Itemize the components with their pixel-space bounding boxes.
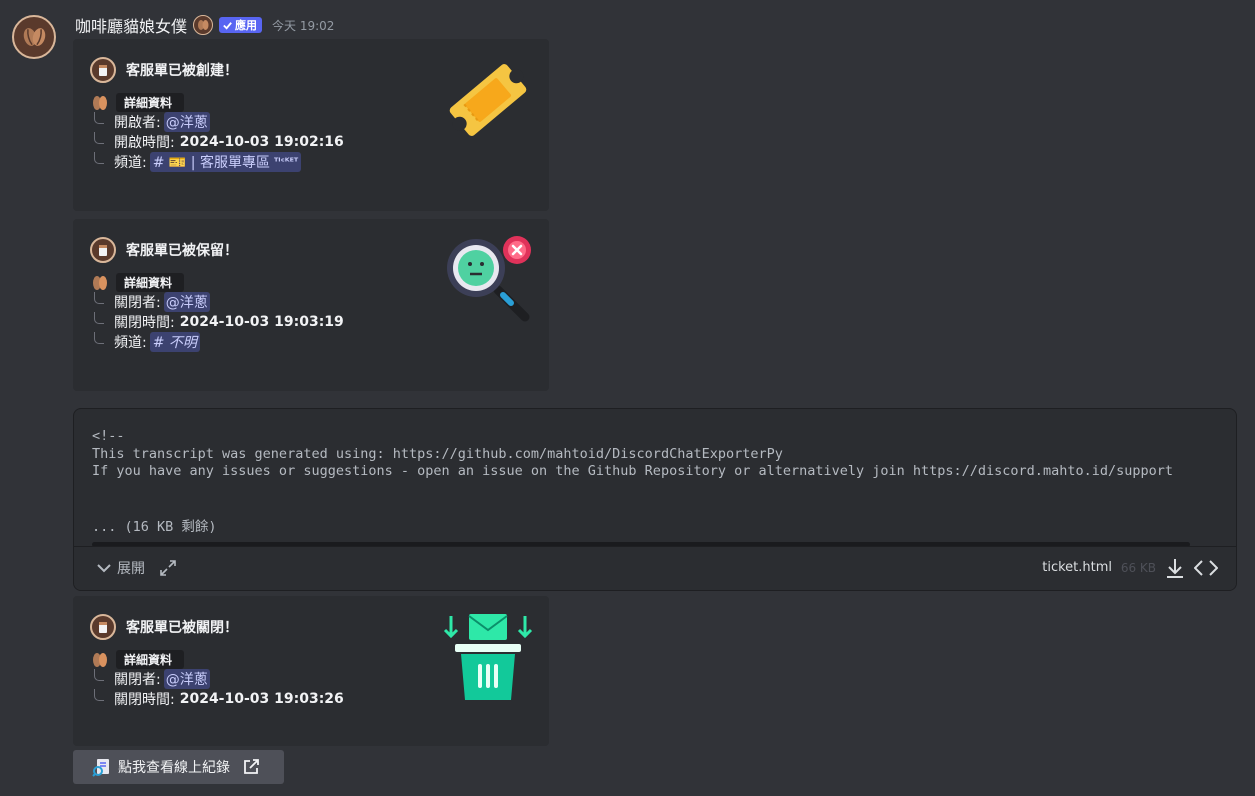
field-value: 2024-10-03 19:03:26	[179, 691, 344, 707]
magnifier-not-found-icon	[447, 236, 531, 322]
message-timestamp: 今天 19:02	[272, 18, 335, 33]
channel-mention[interactable]: # 不明	[149, 332, 200, 352]
branch-line	[94, 669, 104, 681]
channel-mention[interactable]: # 🎫 | 客服單專區 ᵀᴵᶜᴷᴱᵀ	[149, 152, 302, 172]
code-line: <!--	[92, 428, 125, 444]
app-badge-label: 應用	[235, 19, 258, 32]
remaining-size-text: ... (16 KB 剩餘)	[92, 519, 217, 535]
code-line: If you have any issues or suggestions - …	[92, 463, 1173, 479]
field-value: 2024-10-03 19:02:16	[179, 134, 344, 150]
embed-title: 客服單已被保留！	[126, 243, 238, 259]
mail-trash-icon	[443, 614, 533, 700]
expand-label: 展開	[117, 561, 145, 577]
view-online-log-button[interactable]: 點我查看線上紀錄	[73, 750, 284, 784]
file-size: 66 KB	[1120, 561, 1156, 575]
chevron-down-icon	[97, 564, 111, 573]
app-badge: 應用	[219, 17, 263, 33]
field-label: 關閉者:	[114, 295, 161, 311]
field-close-time: 關閉時間: 2024-10-03 19:03:26	[90, 689, 344, 709]
message-header: 咖啡廳貓娘女僕 應用 今天 19:02	[75, 12, 334, 38]
field-label: 開啟時間:	[114, 135, 175, 151]
embed-ticket-created: 客服單已被創建！ 詳細資料 開啟者: @洋蔥 開啟時間: 2024-10-03 …	[73, 39, 549, 211]
embed-author-icon	[90, 57, 116, 83]
field-open-time: 開啟時間: 2024-10-03 19:02:16	[90, 132, 344, 152]
download-icon[interactable]	[1164, 557, 1186, 579]
branch-line	[94, 292, 104, 304]
field-label: 關閉時間:	[114, 692, 175, 708]
file-attachment: <!-- This transcript was generated using:…	[73, 408, 1237, 591]
branch-line	[94, 132, 104, 144]
branch-line	[94, 312, 104, 324]
coffee-bean-icon	[93, 96, 107, 110]
document-search-icon	[92, 759, 109, 777]
field-label: 關閉者:	[114, 672, 161, 688]
branch-line	[94, 332, 104, 344]
field-closer: 關閉者: @洋蔥	[90, 669, 344, 689]
field-label: 頻道:	[114, 155, 147, 171]
file-name[interactable]: ticket.html	[1042, 560, 1112, 575]
details-label: 詳細資料	[116, 649, 185, 669]
embed-author-icon	[90, 614, 116, 640]
field-label: 開啟者:	[114, 115, 161, 131]
code-icon[interactable]	[1194, 559, 1218, 577]
embed-title: 客服單已被關閉！	[126, 620, 238, 636]
checkmark-icon	[223, 21, 232, 30]
details-label: 詳細資料	[116, 92, 185, 112]
view-online-log-label: 點我查看線上紀錄	[118, 760, 230, 776]
external-link-icon	[244, 759, 259, 774]
embed-title: 客服單已被創建！	[126, 63, 238, 79]
field-close-time: 關閉時間: 2024-10-03 19:03:19	[90, 312, 344, 332]
code-preview: <!-- This transcript was generated using:…	[92, 428, 1236, 481]
coffee-bean-icon	[93, 276, 107, 290]
field-label: 關閉時間:	[114, 315, 175, 331]
field-label: 頻道:	[114, 335, 147, 351]
branch-line	[94, 112, 104, 124]
user-mention[interactable]: @洋蔥	[163, 112, 210, 132]
channel-suffix: ᵀᴵᶜᴷᴱᵀ	[273, 156, 299, 168]
embed-ticket-closed: 客服單已被關閉！ 詳細資料 關閉者: @洋蔥 關閉時間: 2024-10-03 …	[73, 596, 549, 746]
username[interactable]: 咖啡廳貓娘女僕	[75, 13, 187, 37]
code-line: This transcript was generated using: htt…	[92, 445, 783, 462]
user-mention[interactable]: @洋蔥	[163, 292, 210, 312]
fullscreen-icon[interactable]	[160, 560, 176, 576]
field-closer: 關閉者: @洋蔥	[90, 292, 344, 312]
ticket-icon	[449, 64, 527, 136]
channel-name: # 不明	[152, 335, 197, 351]
coffee-bean-icon	[93, 653, 107, 667]
embed-ticket-held: 客服單已被保留！ 詳細資料 關閉者: @洋蔥 關閉時間: 2024-10-03 …	[73, 219, 549, 391]
coffee-bean-icon	[23, 28, 46, 46]
bot-avatar[interactable]	[12, 15, 56, 59]
details-label: 詳細資料	[116, 272, 185, 292]
field-channel: 頻道: # 不明	[90, 332, 344, 352]
file-footer: 展開 ticket.html 66 KB	[74, 546, 1236, 590]
field-value: 2024-10-03 19:03:19	[179, 314, 344, 330]
branch-line	[94, 152, 104, 164]
channel-name: # 🎫 | 客服單專區	[152, 155, 270, 171]
field-opener: 開啟者: @洋蔥	[90, 112, 344, 132]
embed-author-icon	[90, 237, 116, 263]
branch-line	[94, 689, 104, 701]
expand-button[interactable]: 展開	[96, 558, 145, 578]
field-channel: 頻道: # 🎫 | 客服單專區 ᵀᴵᶜᴷᴱᵀ	[90, 152, 344, 172]
user-mention[interactable]: @洋蔥	[163, 669, 210, 689]
role-coffee-icon	[193, 15, 214, 35]
